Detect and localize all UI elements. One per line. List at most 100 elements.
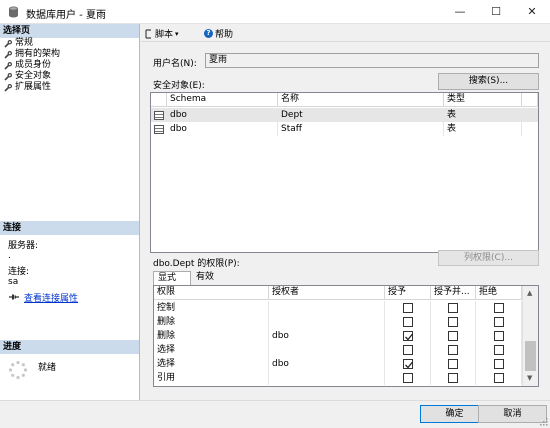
- connection-header: 连接: [0, 221, 139, 235]
- database-icon: [9, 6, 18, 18]
- permission-row[interactable]: 选择: [154, 343, 522, 357]
- username-field[interactable]: 夏雨: [205, 53, 539, 68]
- grant-checkbox[interactable]: [403, 317, 413, 327]
- with-grant-checkbox[interactable]: [448, 359, 458, 369]
- help-button[interactable]: ? 帮助: [204, 27, 233, 40]
- page-item-label: 拥有的架构: [15, 49, 61, 59]
- connection-icon: [9, 294, 19, 300]
- grantor-cell: [269, 301, 385, 315]
- window-title: 数据库用户 - 夏雨: [26, 10, 106, 21]
- permission-row[interactable]: 删除: [154, 315, 522, 329]
- minimize-button[interactable]: —: [445, 0, 475, 24]
- checkmark-icon: [405, 333, 414, 341]
- wrench-icon: [4, 39, 12, 48]
- script-label: 脚本: [155, 30, 174, 40]
- toolbar: 脚本 ▾ ? 帮助: [141, 24, 550, 42]
- column-header-grantor[interactable]: 授权者: [269, 286, 385, 300]
- securables-grid[interactable]: Schema 名称 类型 dbo Dept 表 dbo Staff 表: [150, 92, 539, 253]
- permission-cell: 删除: [154, 329, 269, 343]
- grantor-cell: [269, 343, 385, 357]
- grant-checkbox[interactable]: [403, 345, 413, 355]
- with-grant-checkbox[interactable]: [448, 303, 458, 313]
- deny-checkbox[interactable]: [494, 331, 504, 341]
- grant-checkbox[interactable]: [403, 331, 414, 341]
- wrench-icon: [4, 72, 12, 81]
- table-row[interactable]: dbo Staff 表: [151, 122, 538, 136]
- permission-row[interactable]: 删除 dbo: [154, 329, 522, 343]
- page-item-membership[interactable]: 成员身份: [4, 60, 51, 71]
- column-header-spacer: [522, 93, 538, 107]
- column-header-type[interactable]: 类型: [444, 93, 522, 107]
- column-header-grant[interactable]: 授予: [385, 286, 431, 300]
- column-header-schema[interactable]: Schema: [167, 93, 278, 107]
- table-row[interactable]: dbo Dept 表: [151, 108, 538, 122]
- connection-value: sa: [8, 277, 19, 287]
- with-grant-checkbox[interactable]: [448, 373, 458, 383]
- column-header-with-grant[interactable]: 授予并...: [431, 286, 476, 300]
- deny-checkbox[interactable]: [494, 373, 504, 383]
- table-icon: [154, 111, 164, 120]
- grant-checkbox[interactable]: [403, 303, 413, 313]
- grantor-cell: [269, 315, 385, 329]
- script-icon: [145, 28, 151, 39]
- select-page-header: 选择页: [0, 24, 139, 38]
- progress-header: 进度: [0, 340, 139, 354]
- grant-checkbox[interactable]: [403, 373, 413, 383]
- grantor-cell: [269, 371, 385, 385]
- column-header-permission[interactable]: 权限: [154, 286, 269, 300]
- left-pane: 选择页 常规 拥有的架构 成员身份 安全对象 扩展属性 连接 服务器: . 连接…: [0, 24, 140, 400]
- scroll-down-icon[interactable]: ▼: [527, 374, 532, 382]
- script-button[interactable]: 脚本 ▾: [144, 27, 179, 40]
- schema-cell: dbo: [167, 122, 278, 136]
- grant-checkbox[interactable]: [403, 359, 414, 369]
- scroll-up-icon[interactable]: ▲: [527, 289, 532, 297]
- deny-checkbox[interactable]: [494, 359, 504, 369]
- permission-cell: 控制: [154, 301, 269, 315]
- close-button[interactable]: ✕: [517, 0, 547, 24]
- view-connection-properties-link[interactable]: 查看连接属性: [8, 291, 78, 304]
- deny-checkbox[interactable]: [494, 317, 504, 327]
- vertical-scrollbar[interactable]: ▲ ▼: [522, 286, 538, 386]
- page-item-securables[interactable]: 安全对象: [4, 71, 51, 82]
- permission-row[interactable]: 引用: [154, 371, 522, 385]
- permissions-label: dbo.Dept 的权限(P):: [153, 259, 240, 269]
- wrench-icon: [4, 50, 12, 59]
- permissions-grid[interactable]: 权限 授权者 授予 授予并... 拒绝 控制 删除 删除 dbo 选择 选择 dbo 引用 ▲…: [153, 285, 539, 387]
- type-cell: 表: [444, 122, 522, 136]
- with-grant-checkbox[interactable]: [448, 317, 458, 327]
- maximize-button[interactable]: ☐: [481, 0, 511, 24]
- title-bar: 数据库用户 - 夏雨 — ☐ ✕: [0, 0, 550, 24]
- column-permissions-button[interactable]: 列权限(C)...: [438, 250, 539, 266]
- schema-cell: dbo: [167, 108, 278, 122]
- permission-cell: 引用: [154, 371, 269, 385]
- with-grant-checkbox[interactable]: [448, 331, 458, 341]
- page-item-extended-properties[interactable]: 扩展属性: [4, 82, 51, 93]
- cancel-button[interactable]: 取消: [478, 405, 547, 423]
- with-grant-checkbox[interactable]: [448, 345, 458, 355]
- permission-cell: 选择: [154, 343, 269, 357]
- progress-status: 就绪: [38, 363, 57, 373]
- page-item-label: 安全对象: [15, 71, 52, 81]
- chevron-down-icon: ▾: [175, 29, 179, 38]
- permission-row[interactable]: 选择 dbo: [154, 357, 522, 371]
- page-item-owned-schemas[interactable]: 拥有的架构: [4, 49, 60, 60]
- grantor-cell: dbo: [269, 329, 385, 343]
- page-item-general[interactable]: 常规: [4, 38, 33, 49]
- view-connection-properties-label: 查看连接属性: [24, 294, 79, 304]
- tab-effective[interactable]: 有效: [192, 271, 222, 285]
- permission-row[interactable]: 控制: [154, 301, 522, 315]
- deny-checkbox[interactable]: [494, 345, 504, 355]
- username-label: 用户名(N):: [153, 59, 197, 69]
- tab-explicit[interactable]: 显式: [153, 271, 191, 285]
- deny-checkbox[interactable]: [494, 303, 504, 313]
- help-label: 帮助: [215, 30, 234, 40]
- column-header-deny[interactable]: 拒绝: [476, 286, 522, 300]
- resize-grip-icon[interactable]: [539, 417, 548, 426]
- type-cell: 表: [444, 108, 522, 122]
- scroll-thumb[interactable]: [525, 341, 536, 371]
- column-header-name[interactable]: 名称: [278, 93, 444, 107]
- server-label: 服务器:: [8, 241, 39, 251]
- search-button[interactable]: 搜索(S)...: [438, 73, 539, 90]
- page-item-label: 常规: [15, 38, 34, 48]
- page-item-label: 成员身份: [15, 60, 52, 70]
